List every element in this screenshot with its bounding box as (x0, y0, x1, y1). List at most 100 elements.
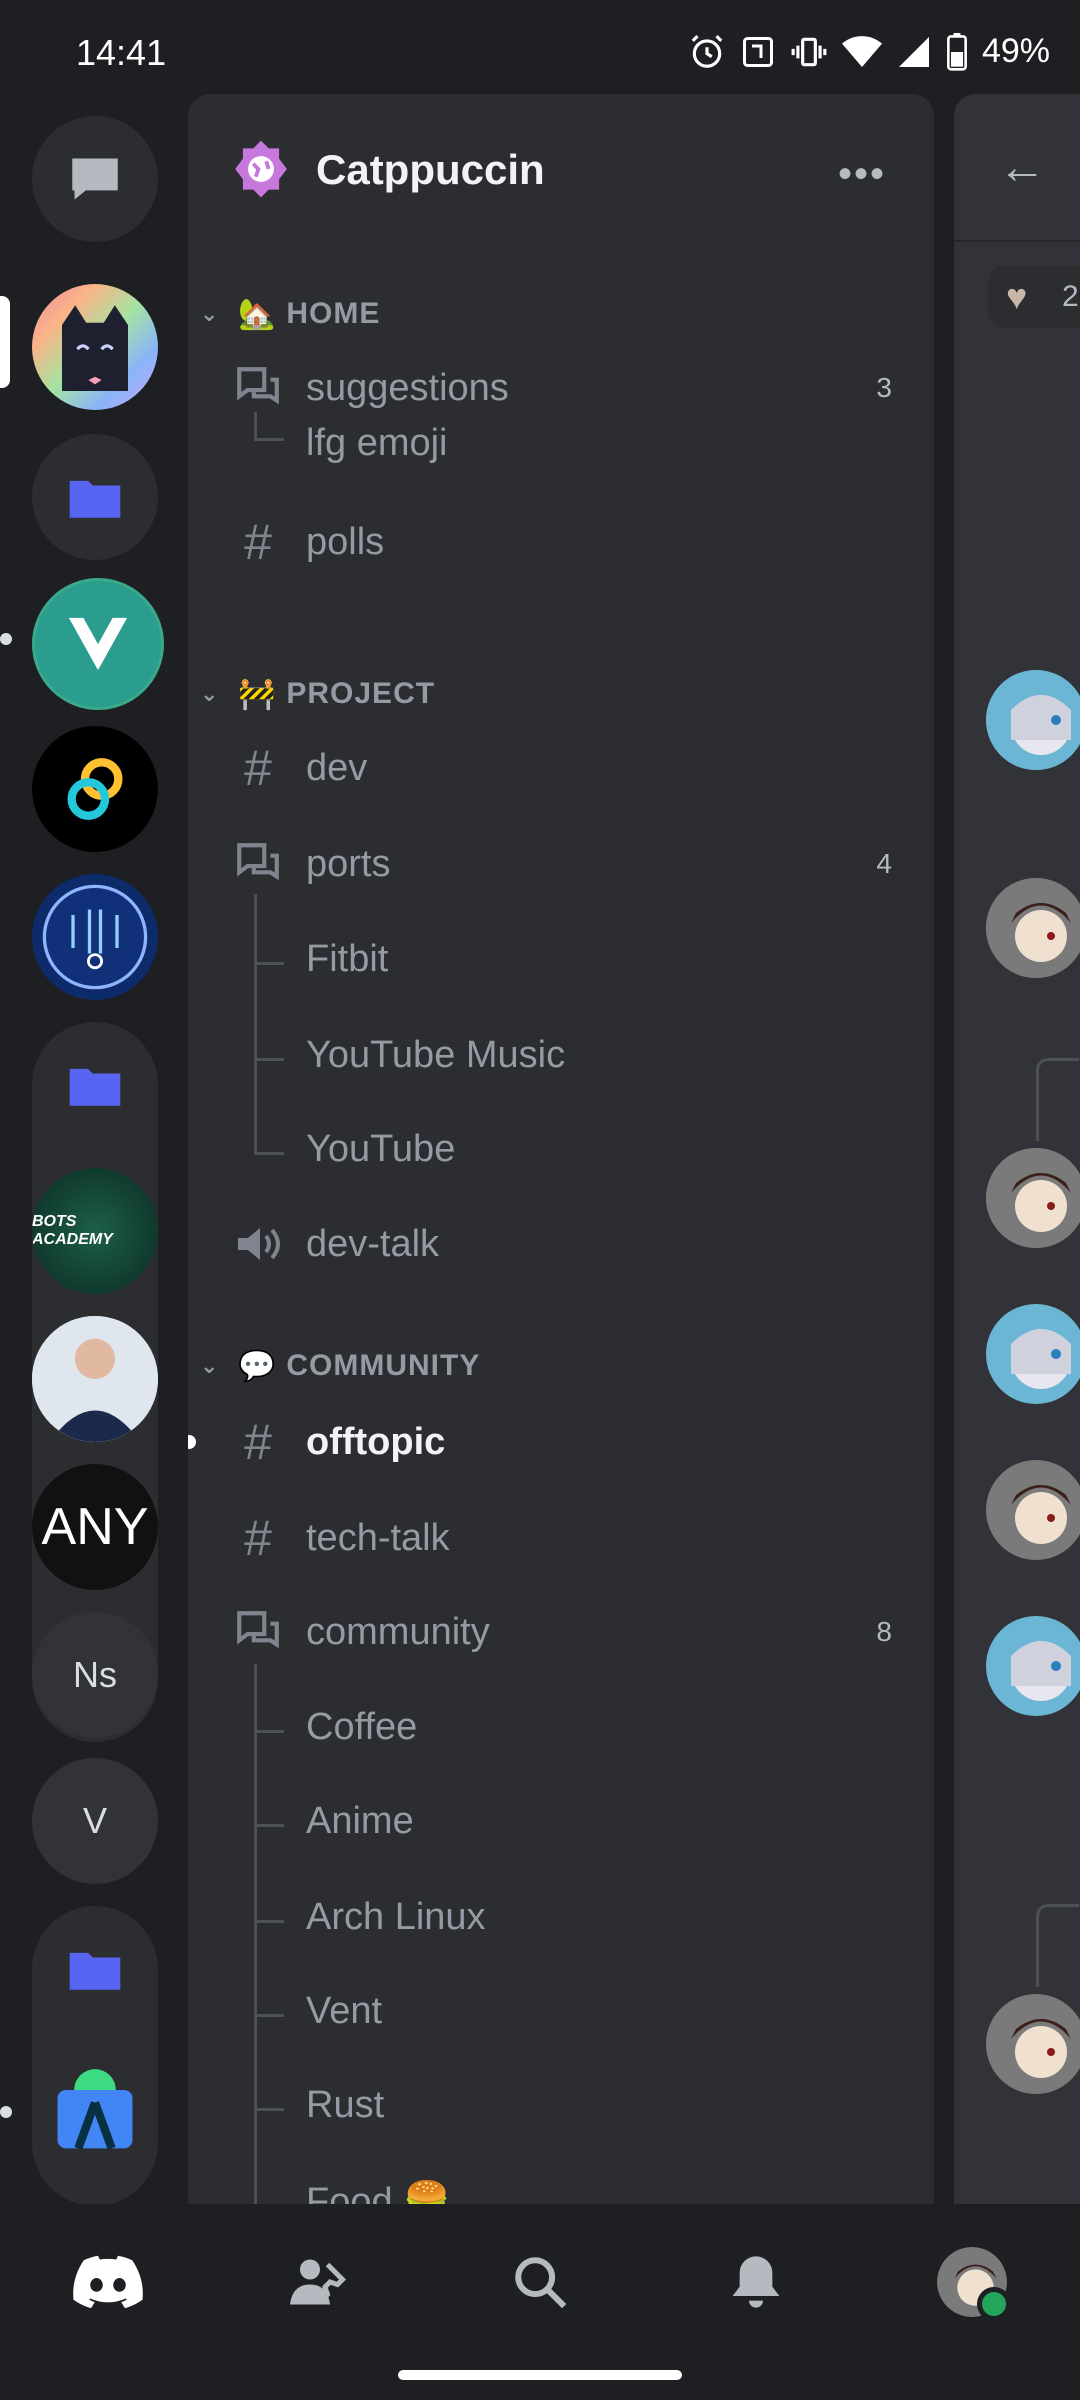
channel-community[interactable]: community 8 (188, 1592, 934, 1672)
chevron-down-icon: ⌄ (200, 681, 220, 706)
hashtag-icon: # (244, 1510, 272, 1566)
cat-logo-icon (62, 305, 128, 391)
server-v[interactable]: V (32, 1758, 158, 1884)
nav-servers[interactable] (68, 2242, 148, 2322)
server-tauri[interactable] (32, 726, 158, 852)
nav-notifications[interactable] (716, 2242, 796, 2322)
server-catppuccin[interactable] (32, 284, 158, 410)
server-folder-2[interactable] (32, 1022, 158, 1148)
anime-girl-avatar-icon (986, 1616, 1080, 1716)
channel-dev[interactable]: # dev (188, 728, 934, 808)
thread-name: Coffee (306, 1706, 418, 1748)
server-bots-academy[interactable]: BOTS ACADEMY (32, 1168, 158, 1294)
any-label: ANY (41, 1498, 149, 1556)
thread-arch-linux[interactable]: Arch Linux (188, 1878, 934, 1958)
hashtag-icon: # (244, 1414, 272, 1470)
reaction-count: 2 (1062, 280, 1079, 313)
server-vuejs[interactable] (32, 578, 164, 710)
chat-header: ← (954, 94, 1080, 242)
anime-boy-avatar-icon (986, 1994, 1080, 2094)
channel-polls[interactable]: # polls (188, 502, 934, 582)
thread-name: Fitbit (306, 938, 389, 980)
thread-count: 8 (876, 1616, 892, 1647)
user-avatar[interactable] (986, 1460, 1080, 1560)
server-folder-3[interactable] (32, 1906, 158, 2032)
battery-percent: 49% (981, 32, 1050, 70)
thread-name: Food 🍔 (306, 2181, 451, 2204)
thread-rust[interactable]: Rust (188, 2066, 934, 2146)
channel-ports[interactable]: ports 4 (188, 824, 934, 904)
discord-logo-icon (73, 2255, 143, 2309)
heart-icon: ♥ (1006, 276, 1028, 317)
thread-name: Arch Linux (306, 1896, 486, 1938)
thread-lfg-emoji[interactable]: lfg emoji (188, 404, 934, 484)
search-icon (515, 2257, 567, 2309)
house-emoji-icon: 🏡 (238, 297, 277, 331)
channel-name: tech-talk (306, 1516, 450, 1559)
selected-server-indicator (0, 296, 10, 388)
user-avatar[interactable] (986, 1148, 1080, 1248)
chat-preview-panel[interactable]: ← ♥ 2 (954, 94, 1080, 2204)
thread-vent[interactable]: Vent (188, 1972, 934, 2052)
nav-profile[interactable] (932, 2242, 1012, 2322)
unread-indicator (0, 2106, 12, 2118)
server-ns[interactable]: Ns (32, 1612, 158, 1738)
direct-messages-button[interactable] (32, 116, 158, 242)
guild-name: Catppuccin (316, 146, 545, 193)
category-community[interactable]: ⌄ 💬 COMMUNITY (200, 1344, 480, 1388)
chevron-down-icon: ⌄ (200, 1353, 220, 1378)
user-avatar[interactable] (986, 1304, 1080, 1404)
thread-youtube-music[interactable]: YouTube Music (188, 1016, 934, 1096)
server-android-studio[interactable] (32, 2052, 158, 2178)
channel-name: offtopic (306, 1420, 446, 1463)
unread-indicator (0, 633, 12, 645)
thread-anime[interactable]: Anime (188, 1782, 934, 1862)
thread-name: YouTube (306, 1128, 456, 1170)
anime-girl-avatar-icon (986, 1304, 1080, 1404)
server-rail: BOTS ACADEMY ANY Ns V (0, 110, 190, 2206)
thread-fitbit[interactable]: Fitbit (188, 920, 934, 1000)
reaction-chip[interactable]: ♥ 2 (988, 266, 1080, 328)
nav-friends[interactable] (280, 2242, 360, 2322)
friends-icon (290, 2259, 347, 2305)
category-project[interactable]: ⌄ 🚧 PROJECT (200, 672, 435, 716)
user-avatar[interactable] (986, 878, 1080, 978)
channel-offtopic[interactable]: # offtopic (188, 1402, 934, 1482)
user-avatar[interactable] (986, 1616, 1080, 1716)
ns-label: Ns (73, 1654, 117, 1695)
alarm-icon (691, 34, 723, 68)
thread-count: 4 (876, 848, 892, 879)
anime-boy-avatar-icon (986, 1148, 1080, 1248)
user-avatar[interactable] (986, 1994, 1080, 2094)
thread-food[interactable]: Food 🍔 (188, 2162, 934, 2204)
channel-name: dev-talk (306, 1222, 440, 1265)
server-estgv-engenharia[interactable] (32, 874, 158, 1000)
guild-header[interactable]: Catppuccin ••• (188, 94, 934, 244)
gesture-home-bar[interactable] (398, 2370, 682, 2380)
category-home[interactable]: ⌄ 🏡 HOME (200, 292, 380, 336)
hashtag-icon: # (244, 514, 272, 570)
vue-logo-icon (68, 617, 128, 671)
battery-icon (947, 32, 967, 71)
server-any[interactable]: ANY (32, 1464, 158, 1590)
channel-name: polls (306, 520, 385, 563)
thread-youtube[interactable]: YouTube (188, 1110, 934, 1190)
channel-name: ports (306, 842, 391, 885)
channel-tech-talk[interactable]: # tech-talk (188, 1498, 934, 1578)
globe-icon (235, 140, 287, 198)
thread-coffee[interactable]: Coffee (188, 1688, 934, 1768)
server-person-avatar[interactable] (32, 1316, 158, 1442)
more-options-button[interactable]: ••• (838, 152, 886, 197)
user-avatar[interactable] (986, 670, 1080, 770)
category-label: PROJECT (286, 677, 436, 710)
back-arrow-icon[interactable]: ← (998, 140, 1046, 195)
nav-search[interactable] (500, 2242, 580, 2322)
anime-boy-avatar-icon (986, 878, 1080, 978)
chevron-down-icon: ⌄ (200, 301, 220, 326)
category-label: HOME (286, 297, 381, 330)
online-status-icon (977, 2287, 1011, 2321)
server-folder-1[interactable] (32, 434, 158, 560)
tauri-logo-icon (67, 758, 123, 820)
channel-dev-talk[interactable]: dev-talk (188, 1204, 934, 1284)
speech-bubble-emoji-icon: 💬 (238, 1349, 277, 1383)
